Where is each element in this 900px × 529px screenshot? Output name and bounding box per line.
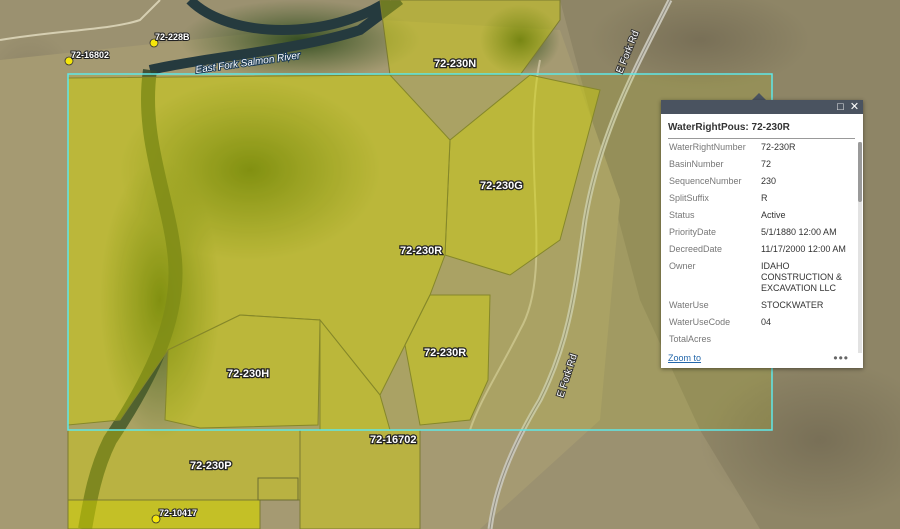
attribute-row: SequenceNumber 230 <box>669 176 855 193</box>
attribute-key: PriorityDate <box>669 227 717 237</box>
attribute-value: IDAHO CONSTRUCTION & EXCAVATION LLC <box>761 261 842 293</box>
attribute-value: Active <box>761 210 786 220</box>
attribute-key: WaterUseCode <box>669 317 731 327</box>
popup-pointer <box>752 93 766 100</box>
parcel-label-72-230N: 72-230N <box>434 58 476 70</box>
popup-scrollbar-thumb[interactable] <box>858 142 862 202</box>
parcel-label-72-230R: 72-230R <box>400 245 442 257</box>
attribute-key: Owner <box>669 261 696 271</box>
attribute-row: WaterUse STOCKWATER <box>669 300 855 317</box>
attribute-row: BasinNumber 72 <box>669 159 855 176</box>
point-label-72-228B: 72-228B <box>155 32 190 42</box>
attribute-key: WaterRightNumber <box>669 142 746 152</box>
attribute-row: WaterUseCode 04 <box>669 317 855 334</box>
attribute-value: 72 <box>761 159 772 169</box>
attribute-key: SplitSuffix <box>669 193 709 203</box>
popup-body: WaterRightNumber 72-230R BasinNumber 72 Sequ… <box>661 142 857 353</box>
attribute-key: DecreedDate <box>669 244 723 254</box>
popup-header: □ ✕ <box>661 100 863 114</box>
attribute-value: R <box>761 193 768 203</box>
attribute-row: PriorityDate 5/1/1880 12:00 AM <box>669 227 855 244</box>
attribute-key: TotalAcres <box>669 334 712 344</box>
attribute-key: BasinNumber <box>669 159 724 169</box>
parcel-label-72-230R-south: 72-230R <box>424 347 466 359</box>
attribute-row: Owner IDAHO CONSTRUCTION & EXCAVATION LLC <box>669 261 855 300</box>
popup-title: WaterRightPous: 72-230R <box>668 122 855 139</box>
attribute-value: 5/1/1880 12:00 AM <box>761 227 837 237</box>
attribute-key: SequenceNumber <box>669 176 742 186</box>
close-icon[interactable]: ✕ <box>848 100 861 114</box>
attribute-value: 230 <box>761 176 777 186</box>
attribute-value: STOCKWATER <box>761 300 824 310</box>
attribute-popup: □ ✕ WaterRightPous: 72-230R WaterRightNu… <box>661 100 863 368</box>
point-label-72-16802: 72-16802 <box>71 50 109 60</box>
parcel-label-72-230G: 72-230G <box>480 180 523 192</box>
zoom-to-link[interactable]: Zoom to <box>668 353 701 363</box>
attribute-value: 04 <box>761 317 772 327</box>
attribute-key: WaterUse <box>669 300 709 310</box>
parcel-label-72-230H: 72-230H <box>227 368 269 380</box>
attribute-value: 72-230R <box>761 142 796 152</box>
attribute-row: TotalAcres <box>669 334 855 351</box>
attribute-value: 11/17/2000 12:00 AM <box>761 244 846 254</box>
attribute-value <box>761 334 855 351</box>
attribute-row: Status Active <box>669 210 855 227</box>
attribute-row: DecreedDate 11/17/2000 12:00 AM <box>669 244 855 261</box>
point-label-72-10417: 72-10417 <box>159 508 197 518</box>
parcel-label-72-230P: 72-230P <box>190 460 232 472</box>
attribute-row: WaterRightNumber 72-230R <box>669 142 855 159</box>
attribute-table: WaterRightNumber 72-230R BasinNumber 72 Sequ… <box>669 142 855 351</box>
parcel-label-72-16702: 72-16702 <box>370 434 417 446</box>
more-options-button[interactable]: ••• <box>833 351 849 365</box>
attribute-key: Status <box>669 210 695 220</box>
maximize-icon[interactable]: □ <box>834 100 847 114</box>
attribute-row: SplitSuffix R <box>669 193 855 210</box>
